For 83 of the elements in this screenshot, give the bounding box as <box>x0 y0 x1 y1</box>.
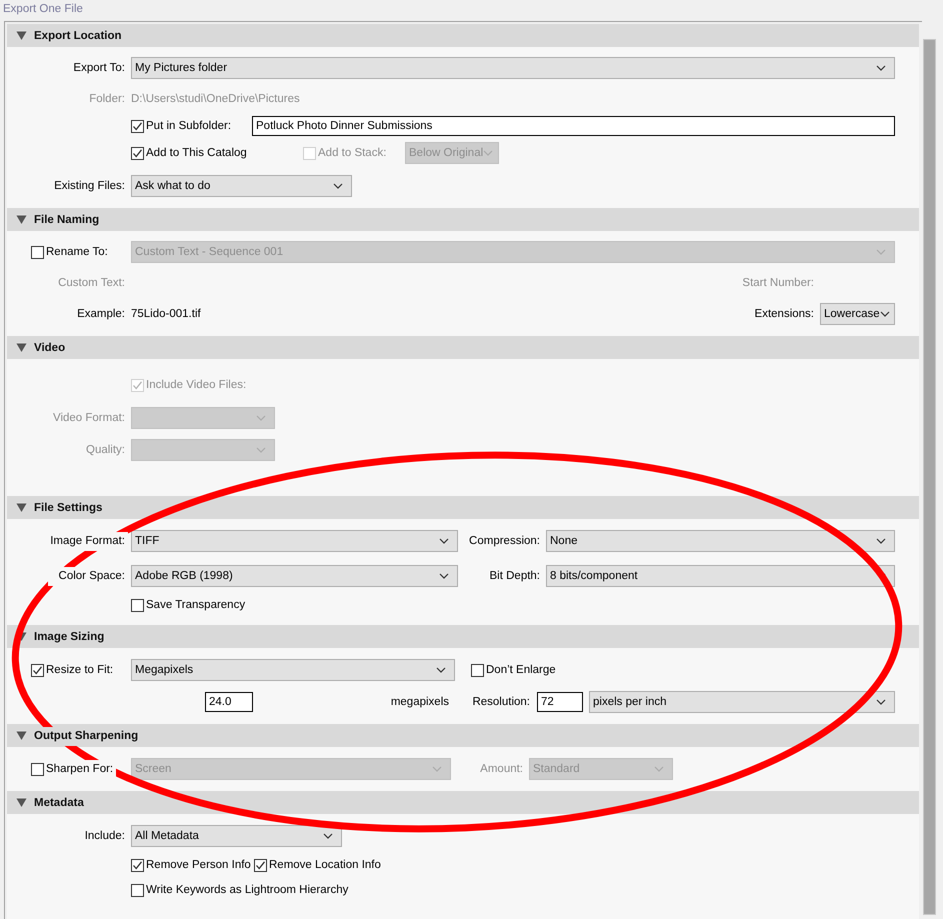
checkbox[interactable] <box>131 146 144 160</box>
field-label: Start Number: <box>741 277 814 289</box>
checkbox[interactable] <box>254 858 267 872</box>
chevron-icon <box>876 249 886 255</box>
section-header[interactable]: File Naming <box>7 208 919 231</box>
section-title: Export Location <box>34 30 122 42</box>
field-label: Example: <box>76 308 125 320</box>
checkbox-label: Sharpen For: <box>46 763 114 775</box>
chevron-icon <box>876 699 886 705</box>
chevron-icon <box>256 415 266 421</box>
dropdown[interactable]: All Metadata <box>131 825 342 847</box>
checkbox[interactable] <box>31 664 44 676</box>
field-label: Extensions: <box>754 308 814 320</box>
checkbox[interactable] <box>31 762 44 776</box>
field-label: Amount: <box>479 763 523 775</box>
chevron-icon <box>483 150 494 156</box>
chevron-icon <box>876 538 886 544</box>
section-title: File Settings <box>34 502 102 514</box>
dropdown[interactable]: Adobe RGB (1998) <box>131 565 458 587</box>
checkbox[interactable] <box>131 884 144 896</box>
checkbox[interactable] <box>471 664 484 676</box>
section-title: Video <box>34 342 66 354</box>
checkbox-label: Remove Person Info <box>146 859 251 871</box>
section-header[interactable]: Export Location <box>7 24 919 47</box>
dropdown[interactable]: My Pictures folder <box>131 57 895 79</box>
checkbox[interactable] <box>131 858 144 872</box>
checkbox-label: Include Video Files: <box>146 379 246 391</box>
field-label: Color Space: <box>58 570 125 582</box>
section-title: Output Sharpening <box>34 730 138 742</box>
text-field[interactable]: Potluck Photo Dinner Submissions <box>252 116 895 136</box>
chevron-icon <box>256 447 266 453</box>
checkbox-label: Don’t Enlarge <box>486 664 556 676</box>
field-label: Video Format: <box>52 412 125 424</box>
dropdown[interactable]: TIFF <box>131 530 458 552</box>
chevron-icon <box>333 183 343 189</box>
chevron-icon <box>432 766 442 772</box>
checkbox-label: Add to This Catalog <box>146 147 247 159</box>
dropdown[interactable]: None <box>546 530 895 552</box>
checkbox-label: Put in Subfolder: <box>146 120 232 132</box>
checkbox[interactable] <box>131 120 144 132</box>
chevron-icon <box>436 667 446 673</box>
dropdown[interactable]: pixels per inch <box>589 691 895 713</box>
chevron-icon <box>880 311 890 317</box>
section-header[interactable]: Metadata <box>7 791 919 814</box>
field-label: Quality: <box>85 444 125 456</box>
scrollbar-thumb[interactable] <box>923 39 936 915</box>
chevron-icon <box>876 65 886 71</box>
checkbox-label: Write Keywords as Lightroom Hierarchy <box>146 884 348 896</box>
section-header[interactable]: Video <box>7 336 919 359</box>
checkbox[interactable] <box>131 598 144 612</box>
chevron-icon <box>439 573 449 579</box>
chevron-icon <box>439 538 449 544</box>
window-title: Export One File <box>2 2 84 17</box>
section-header[interactable]: File Settings <box>7 496 919 519</box>
chevron-icon <box>654 766 664 772</box>
field-label: Existing Files: <box>53 180 125 192</box>
section-header[interactable]: Output Sharpening <box>7 724 919 747</box>
field-label: Bit Depth: <box>488 570 540 582</box>
field-label: Compression: <box>468 535 540 547</box>
field-label: Export To: <box>72 62 125 74</box>
checkbox-label: Rename To: <box>46 246 108 258</box>
dropdown[interactable]: Megapixels <box>131 659 455 681</box>
field-label: megapixels <box>390 696 449 708</box>
text-field[interactable]: 72 <box>537 692 583 712</box>
chevron-icon <box>323 833 333 839</box>
section-title: Image Sizing <box>34 630 104 642</box>
checkbox-label: Remove Location Info <box>269 859 381 871</box>
value-text: 75Lido-001.tif <box>131 308 202 320</box>
text-field[interactable]: 24.0 <box>205 692 253 712</box>
dropdown[interactable]: 8 bits/component <box>546 565 895 587</box>
field-label: Custom Text: <box>57 277 125 289</box>
dropdown[interactable]: Ask what to do <box>131 175 352 197</box>
value-text: D:\Users\studi\OneDrive\Pictures <box>131 93 301 105</box>
checkbox[interactable] <box>31 246 44 258</box>
field-label: Include: <box>84 830 125 842</box>
field-label: Image Format: <box>49 535 125 547</box>
checkbox-label: Resize to Fit: <box>46 664 114 676</box>
section-title: File Naming <box>34 214 100 226</box>
dropdown[interactable]: Lowercase <box>820 303 895 325</box>
checkbox-label: Add to Stack: <box>318 147 386 159</box>
section-title: Metadata <box>34 796 84 808</box>
checkbox-label: Save Transparency <box>146 599 246 611</box>
field-label: Folder: <box>88 93 125 105</box>
